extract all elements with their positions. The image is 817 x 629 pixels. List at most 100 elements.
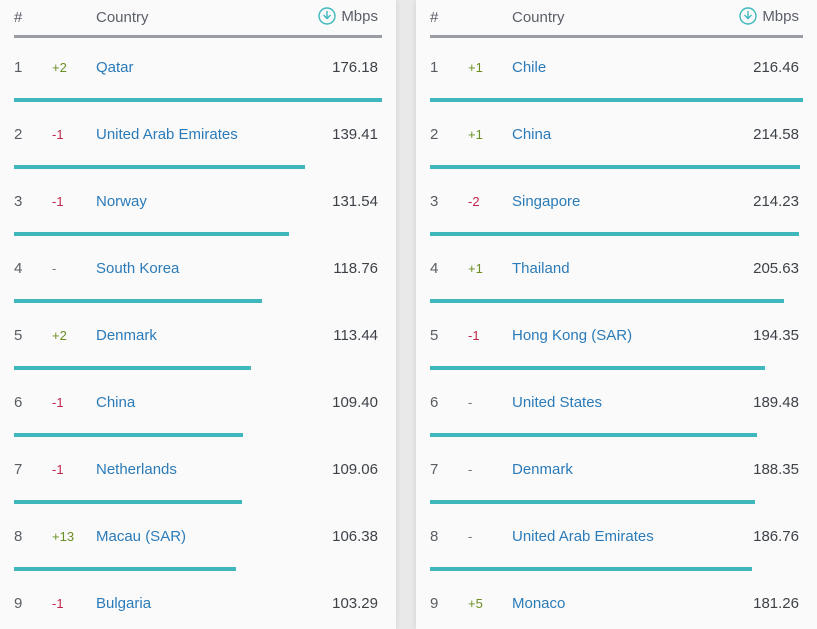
country-link[interactable]: Chile (512, 59, 546, 76)
header-mbps[interactable]: Mbps (707, 0, 817, 35)
row-country: Hong Kong (SAR) (510, 306, 707, 364)
table-row[interactable]: 8- United Arab Emirates 186.76 (416, 507, 817, 565)
country-link[interactable]: China (512, 126, 551, 143)
row-speed-value: 216.46 (707, 38, 817, 96)
header-rank: # (0, 0, 52, 35)
table-row[interactable]: 3 -1 Norway 131.54 (0, 172, 396, 230)
country-link[interactable]: Thailand (512, 260, 570, 277)
row-speed-value: 113.44 (286, 306, 396, 364)
row-rank-change: -1 (52, 105, 94, 163)
country-link[interactable]: Norway (96, 193, 147, 210)
table-row[interactable]: 9 -1 Bulgaria 103.29 (0, 574, 396, 629)
bar-fill (430, 98, 803, 102)
ranking-panel-left: # Country Mbps 1 +2 Qatar 176.18 2 -1 United A… (0, 0, 396, 629)
table-body-left: 1 +2 Qatar 176.18 2 -1 United Arab Emirates 139… (0, 35, 396, 629)
bar-fill (430, 567, 752, 571)
row-country: Macau (SAR) (94, 507, 286, 565)
row-rank: 8 (416, 507, 468, 565)
row-rank: 6 (416, 373, 468, 431)
country-link[interactable]: Denmark (512, 461, 573, 478)
bar-fill (14, 433, 243, 437)
country-link[interactable]: South Korea (96, 260, 179, 277)
table-row[interactable]: 6 -1 China 109.40 (0, 373, 396, 431)
header-mbps-label: Mbps (341, 7, 378, 25)
row-speed-value: 118.76 (286, 239, 396, 297)
header-mbps[interactable]: Mbps (286, 0, 396, 35)
country-link[interactable]: Monaco (512, 595, 565, 612)
row-rank-change: -1 (52, 172, 94, 230)
row-bar (0, 364, 396, 373)
row-bar (416, 565, 817, 574)
bar-fill (430, 299, 785, 303)
table-row[interactable]: 1 +2 Qatar 176.18 (0, 38, 396, 96)
row-rank: 7 (0, 440, 52, 498)
row-bar (0, 230, 396, 239)
ranking-table-left: # Country Mbps 1 +2 Qatar 176.18 2 -1 United A… (0, 0, 396, 629)
row-rank: 3 (416, 172, 468, 230)
row-bar (0, 431, 396, 440)
row-rank: 2 (0, 105, 52, 163)
country-link[interactable]: United Arab Emirates (96, 126, 238, 143)
table-row[interactable]: 4 +1 Thailand 205.63 (416, 239, 817, 297)
row-rank: 9 (0, 574, 52, 629)
row-rank: 2 (416, 105, 468, 163)
header-country: Country (94, 0, 286, 35)
country-link[interactable]: Netherlands (96, 461, 177, 478)
bar-track (430, 565, 803, 574)
table-row[interactable]: 6- United States 189.48 (416, 373, 817, 431)
country-link[interactable]: Bulgaria (96, 595, 151, 612)
country-link[interactable]: Qatar (96, 59, 134, 76)
row-rank-change: -1 (468, 306, 510, 364)
header-row: # Country Mbps (416, 0, 817, 35)
download-circle-icon (318, 6, 337, 29)
bar-fill (430, 165, 800, 169)
table-row[interactable]: 9 +5 Monaco 181.26 (416, 574, 817, 629)
row-speed-value: 103.29 (286, 574, 396, 629)
row-rank-change: -1 (52, 373, 94, 431)
row-speed-value: 109.40 (286, 373, 396, 431)
header-row: # Country Mbps (0, 0, 396, 35)
table-row[interactable]: 7- Denmark 188.35 (416, 440, 817, 498)
table-row[interactable]: 4- South Korea 118.76 (0, 239, 396, 297)
header-mbps-label: Mbps (762, 7, 799, 25)
row-rank-change: +5 (468, 574, 510, 629)
bar-fill (14, 98, 382, 102)
row-country: China (94, 373, 286, 431)
row-rank-change: - (52, 239, 94, 297)
table-row[interactable]: 2 +1 China 214.58 (416, 105, 817, 163)
row-speed-value: 181.26 (707, 574, 817, 629)
country-link[interactable]: China (96, 394, 135, 411)
bar-fill (430, 232, 800, 236)
row-speed-value: 176.18 (286, 38, 396, 96)
table-row[interactable]: 1 +1 Chile 216.46 (416, 38, 817, 96)
ranking-panel-right: # Country Mbps 1 +1 Chile 216.46 2 +1 China 214… (416, 0, 817, 629)
table-row[interactable]: 5 +2 Denmark 113.44 (0, 306, 396, 364)
table-row[interactable]: 7 -1 Netherlands 109.06 (0, 440, 396, 498)
row-bar (416, 96, 817, 105)
country-link[interactable]: Singapore (512, 193, 580, 210)
bar-track (430, 163, 803, 172)
table-row[interactable]: 5 -1 Hong Kong (SAR) 194.35 (416, 306, 817, 364)
row-rank: 1 (416, 38, 468, 96)
row-rank-change: -1 (52, 440, 94, 498)
row-bar (0, 163, 396, 172)
country-link[interactable]: United States (512, 394, 602, 411)
table-row[interactable]: 3 -2 Singapore 214.23 (416, 172, 817, 230)
row-country: Thailand (510, 239, 707, 297)
table-row[interactable]: 2 -1 United Arab Emirates 139.41 (0, 105, 396, 163)
country-link[interactable]: Denmark (96, 327, 157, 344)
bar-track (14, 498, 382, 507)
bar-track (430, 96, 803, 105)
row-bar (0, 565, 396, 574)
ranking-table-right: # Country Mbps 1 +1 Chile 216.46 2 +1 China 214… (416, 0, 817, 629)
bar-track (14, 230, 382, 239)
country-link[interactable]: United Arab Emirates (512, 528, 654, 545)
country-link[interactable]: Macau (SAR) (96, 528, 186, 545)
bar-fill (14, 232, 289, 236)
table-row[interactable]: 8 +13 Macau (SAR) 106.38 (0, 507, 396, 565)
row-bar (0, 498, 396, 507)
country-link[interactable]: Hong Kong (SAR) (512, 327, 632, 344)
bar-track (430, 230, 803, 239)
table-body-right: 1 +1 Chile 216.46 2 +1 China 214.58 3 -2 Singapore… (416, 35, 817, 629)
row-rank: 4 (0, 239, 52, 297)
